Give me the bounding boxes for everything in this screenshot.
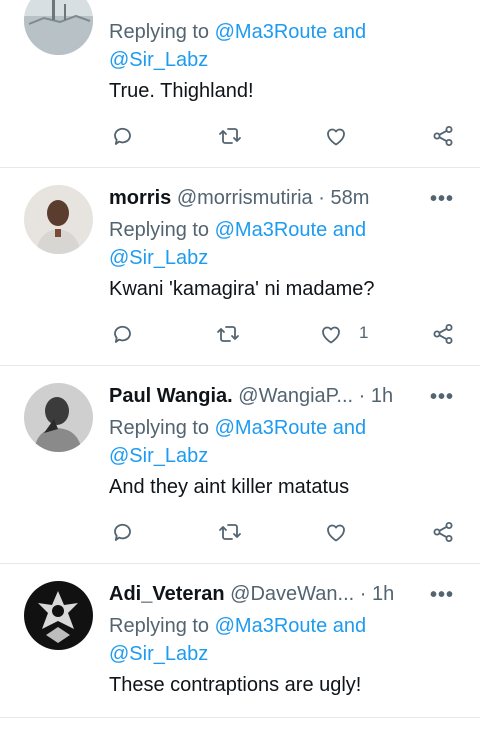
like-button[interactable]: [321, 517, 351, 547]
mention-link[interactable]: @Sir_Labz: [109, 643, 208, 665]
tweet-header: morris @morrismutiria · 58m: [109, 184, 464, 212]
replying-line-1: Replying to @Ma3Route and: [109, 417, 367, 439]
reply-icon: [114, 325, 131, 343]
tweet-1[interactable]: morris @morrismutiria · 58m ••• Replying…: [0, 168, 480, 366]
like-button[interactable]: [321, 121, 351, 151]
share-icon: [433, 126, 453, 146]
tweet-actions: [0, 121, 480, 151]
share-button[interactable]: [428, 517, 458, 547]
like-button[interactable]: [316, 319, 346, 349]
mention-link[interactable]: @Ma3Route and: [215, 219, 367, 241]
timestamp[interactable]: · 1h: [360, 583, 394, 605]
replying-line-2: @Sir_Labz: [109, 46, 464, 74]
replying-line-2: @Sir_Labz: [109, 442, 464, 470]
reply-icon: [114, 523, 131, 541]
timestamp[interactable]: · 58m: [318, 187, 369, 209]
more-options-button[interactable]: •••: [430, 385, 454, 409]
mention-link[interactable]: @Sir_Labz: [109, 49, 208, 71]
reply-icon: [114, 127, 131, 145]
timestamp[interactable]: · 1h: [359, 385, 393, 407]
retweet-icon: [219, 524, 241, 540]
tweet-actions: 1: [0, 319, 480, 349]
more-options-button[interactable]: •••: [430, 583, 454, 607]
tweet-2[interactable]: Paul Wangia. @WangiaP... · 1h ••• Replyi…: [0, 366, 480, 564]
share-icon: [433, 324, 453, 344]
avatar[interactable]: [24, 0, 93, 55]
replying-line-2: @Sir_Labz: [109, 244, 464, 272]
avatar[interactable]: [24, 383, 93, 452]
tweet-text: True. Thighland!: [109, 80, 254, 102]
avatar[interactable]: [24, 185, 93, 254]
replying-line-1: Replying to @Ma3Route and: [109, 21, 367, 43]
mention-link[interactable]: @Ma3Route and: [215, 21, 367, 43]
reply-button[interactable]: [108, 517, 138, 547]
share-button[interactable]: [428, 319, 458, 349]
tweet-text: These contraptions are ugly!: [109, 674, 362, 696]
replying-line-1: Replying to @Ma3Route and: [109, 219, 367, 241]
like-count: 1: [359, 323, 369, 342]
display-name[interactable]: Adi_Veteran: [109, 583, 225, 605]
user-handle[interactable]: @morrismutiria: [177, 187, 313, 209]
tweet-0[interactable]: Replying to @Ma3Route and @Sir_Labz True…: [0, 0, 480, 168]
display-name[interactable]: morris: [109, 187, 171, 209]
more-options-button[interactable]: •••: [430, 187, 454, 211]
like-icon: [327, 524, 345, 542]
mention-link[interactable]: @Sir_Labz: [109, 247, 208, 269]
user-handle[interactable]: @WangiaP...: [238, 385, 353, 407]
reply-button[interactable]: [108, 319, 138, 349]
tweet-header: Adi_Veteran @DaveWan... · 1h: [109, 580, 464, 608]
mention-link[interactable]: @Sir_Labz: [109, 445, 208, 467]
like-icon: [327, 128, 345, 146]
replying-line-1: Replying to @Ma3Route and: [109, 615, 367, 637]
retweet-button[interactable]: [215, 517, 245, 547]
retweet-button[interactable]: [213, 319, 243, 349]
share-icon: [433, 522, 453, 542]
tweet-text: Kwani 'kamagira' ni madame?: [109, 278, 375, 300]
share-button[interactable]: [428, 121, 458, 151]
retweet-icon: [217, 326, 239, 342]
user-handle[interactable]: @DaveWan...: [230, 583, 354, 605]
display-name[interactable]: Paul Wangia.: [109, 385, 233, 407]
retweet-button[interactable]: [215, 121, 245, 151]
mention-link[interactable]: @Ma3Route and: [215, 615, 367, 637]
replying-line-2: @Sir_Labz: [109, 640, 464, 668]
tweet-actions: [0, 517, 480, 547]
retweet-icon: [219, 128, 241, 144]
avatar[interactable]: [24, 581, 93, 650]
tweet-text: And they aint killer matatus: [109, 476, 350, 498]
tweet-header: Paul Wangia. @WangiaP... · 1h: [109, 382, 464, 410]
mention-link[interactable]: @Ma3Route and: [215, 417, 367, 439]
reply-button[interactable]: [108, 121, 138, 151]
like-icon: [322, 326, 340, 344]
tweet-3[interactable]: Adi_Veteran @DaveWan... · 1h ••• Replyin…: [0, 564, 480, 718]
